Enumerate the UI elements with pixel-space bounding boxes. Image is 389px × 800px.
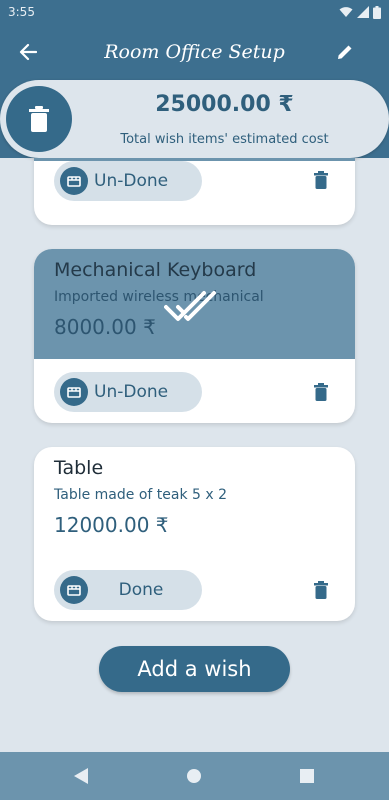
total-caption: Total wish items' estimated cost <box>120 132 329 147</box>
delete-button[interactable] <box>309 167 333 193</box>
delete-button[interactable] <box>309 379 333 405</box>
toggle-label: Done <box>118 580 164 600</box>
status-toggle[interactable]: Un-Done <box>54 161 202 201</box>
add-wish-button[interactable]: Add a wish <box>99 646 290 692</box>
total-summary-pill: 25000.00 ₹ Total wish items' estimated c… <box>0 80 389 158</box>
wish-card-header: Mechanical Keyboard Imported wireless me… <box>34 249 355 359</box>
toggle-knob <box>60 378 88 406</box>
trash-icon <box>314 383 328 401</box>
toggle-knob <box>60 576 88 604</box>
trash-icon <box>314 581 328 599</box>
wish-card-actions: Un-Done <box>34 359 355 423</box>
pencil-icon <box>338 45 352 59</box>
nav-recents-button[interactable] <box>295 764 319 788</box>
box-icon <box>67 585 81 596</box>
wish-description: Table made of teak 5 x 2 <box>54 487 228 503</box>
total-summary: 25000.00 ₹ Total wish items' estimated c… <box>0 80 389 158</box>
trash-icon <box>29 106 49 132</box>
edit-button[interactable] <box>327 34 363 70</box>
signal-icon <box>357 6 369 18</box>
toggle-knob <box>60 167 88 195</box>
delete-button[interactable] <box>309 577 333 603</box>
battery-icon <box>373 5 381 19</box>
wish-list[interactable]: Un-Done Mechanical Keyboard Imported wir… <box>0 158 389 628</box>
wish-card-header: Table Table made of teak 5 x 2 12000.00 … <box>34 447 355 557</box>
toggle-label: Un-Done <box>94 382 169 402</box>
box-icon <box>67 176 81 187</box>
status-time: 3:55 <box>8 5 35 19</box>
toggle-label: Un-Done <box>94 171 169 191</box>
status-icons <box>339 5 381 19</box>
total-amount: 25000.00 ₹ <box>155 92 294 117</box>
app-bar: Room Office Setup <box>0 24 389 80</box>
wish-card[interactable]: Mechanical Keyboard Imported wireless me… <box>34 249 355 423</box>
status-toggle[interactable]: Done <box>54 570 202 610</box>
wish-name: Mechanical Keyboard <box>54 259 257 281</box>
nav-home-button[interactable] <box>182 764 206 788</box>
wish-price: 12000.00 ₹ <box>54 513 169 537</box>
trash-icon <box>314 171 328 189</box>
system-nav-bar <box>0 752 389 800</box>
status-bar: 3:55 <box>0 0 389 24</box>
circle-home-icon <box>187 769 201 783</box>
wifi-icon <box>339 7 353 17</box>
wish-card[interactable]: Table Table made of teak 5 x 2 12000.00 … <box>34 447 355 621</box>
triangle-back-icon <box>74 768 88 784</box>
wish-card-actions: Un-Done <box>34 161 355 225</box>
wish-card[interactable]: Un-Done <box>34 158 355 225</box>
box-icon <box>67 387 81 398</box>
status-toggle[interactable]: Un-Done <box>54 372 202 412</box>
nav-back-button[interactable] <box>69 764 93 788</box>
square-recents-icon <box>300 769 314 783</box>
wish-card-actions: Done <box>34 557 355 621</box>
clear-all-button[interactable] <box>6 86 72 152</box>
wish-name: Table <box>54 457 104 479</box>
done-all-icon <box>164 291 216 321</box>
